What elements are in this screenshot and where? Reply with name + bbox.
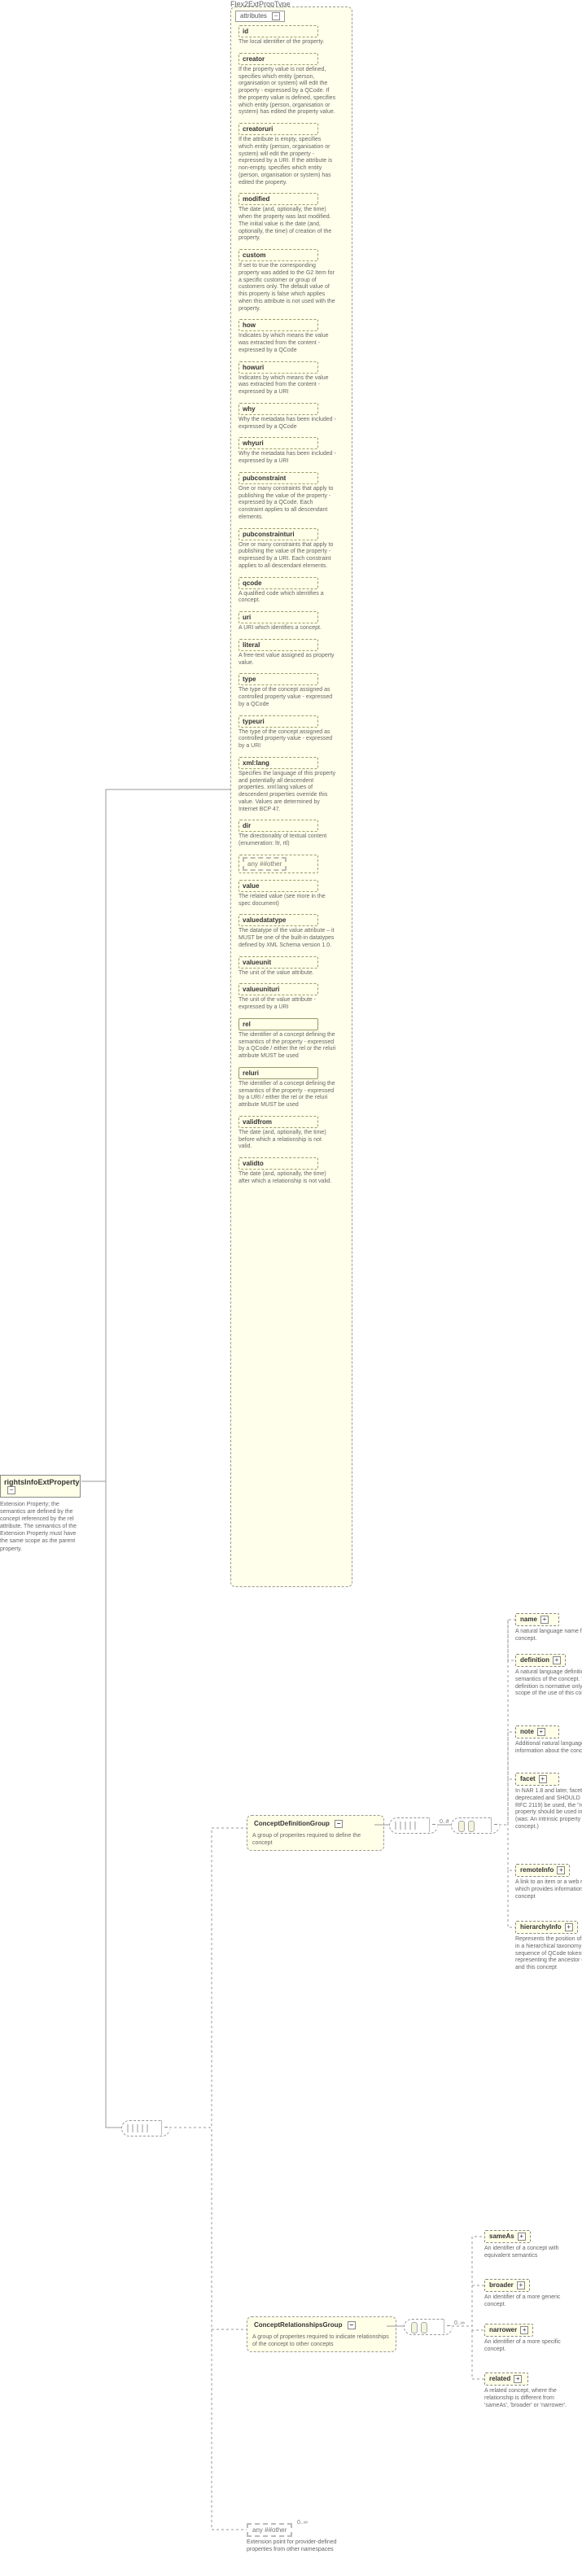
connector-lines xyxy=(0,0,582,2576)
